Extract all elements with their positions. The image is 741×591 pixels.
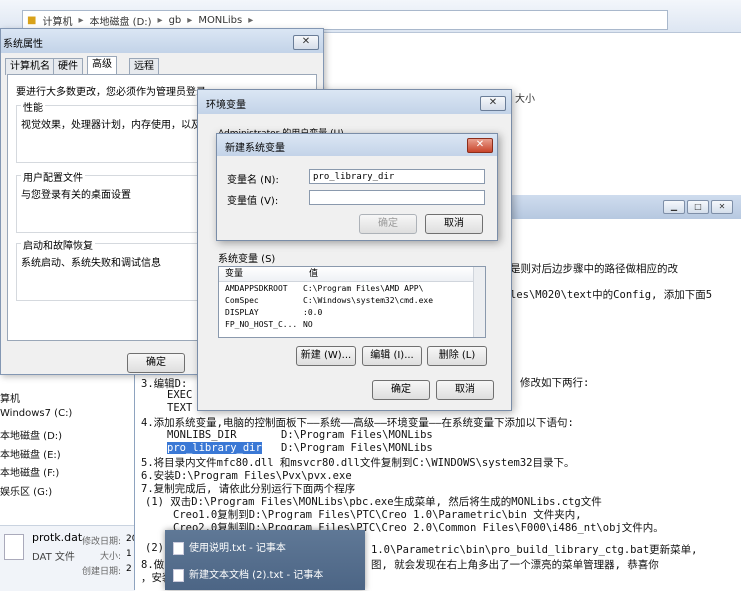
cell-value: C:\Windows\system32\cmd.exe bbox=[303, 296, 434, 305]
breadcrumb-item[interactable]: 计算机 bbox=[42, 13, 72, 28]
group-title: 启动和故障恢复 bbox=[21, 237, 95, 252]
size-value: 1 bbox=[126, 549, 132, 559]
group-text: 视觉效果，处理器计划，内存使用，以及 bbox=[21, 120, 201, 131]
modified-label: 修改日期: bbox=[82, 537, 122, 547]
close-icon[interactable]: ✕ bbox=[467, 138, 493, 153]
table-row[interactable]: FP_NO_HOST_C... NO bbox=[219, 319, 473, 331]
table-row[interactable]: ComSpec C:\Windows\system32\cmd.exe bbox=[219, 295, 473, 307]
text-line: D:\Program Files\MONLibs bbox=[281, 429, 433, 441]
size-label: 大小: bbox=[100, 552, 122, 562]
ok-button[interactable]: 确定 bbox=[359, 214, 417, 234]
notepad-icon bbox=[173, 568, 184, 582]
cell-value: NO bbox=[303, 320, 313, 329]
new-button[interactable]: 新建 (W)... bbox=[296, 346, 356, 366]
tab-computer-name[interactable]: 计算机名 bbox=[5, 58, 55, 75]
file-icon bbox=[4, 534, 24, 560]
close-icon[interactable]: ✕ bbox=[711, 200, 733, 214]
tab-remote[interactable]: 远程 bbox=[129, 58, 159, 75]
delete-button[interactable]: 删除 (L) bbox=[427, 346, 487, 366]
text-line: 图, 就会发现在右上角多出了一个漂亮的菜单管理器, 恭喜你 bbox=[371, 559, 659, 571]
folder-icon: ■ bbox=[27, 14, 37, 26]
nav-item-drive-d[interactable]: 本地磁盘 (D:) bbox=[0, 427, 62, 442]
variable-value-input[interactable] bbox=[309, 190, 485, 205]
cancel-button[interactable]: 取消 bbox=[425, 214, 483, 234]
breadcrumb-item[interactable]: gb bbox=[169, 15, 182, 26]
text-line: EXEC bbox=[167, 389, 193, 401]
text-line: (2) bbox=[145, 542, 164, 554]
dialog-title: 系统属性 bbox=[3, 39, 43, 50]
close-icon[interactable]: ✕ bbox=[480, 96, 506, 111]
group-title: 用户配置文件 bbox=[21, 169, 85, 184]
table-row[interactable]: AMDAPPSDKROOT C:\Program Files\AMD APP\ bbox=[219, 283, 473, 295]
selected-text: pro_library_dir bbox=[167, 442, 262, 454]
text-line: 是则对后边步骤中的路径做相应的改 bbox=[510, 263, 678, 275]
column-header[interactable]: 变量 bbox=[219, 267, 303, 282]
system-vars-label: 系统变量 (S) bbox=[218, 254, 276, 265]
created-label: 创建日期: bbox=[82, 567, 122, 577]
file-name: protk.dat bbox=[32, 531, 83, 544]
column-header[interactable]: 值 bbox=[303, 267, 479, 282]
column-header-size[interactable]: 大小 bbox=[515, 90, 535, 105]
dialog-titlebar[interactable]: 环境变量 ✕ bbox=[198, 90, 511, 114]
minimize-icon[interactable]: ▁ bbox=[663, 200, 685, 214]
ok-button[interactable]: 确定 bbox=[372, 380, 430, 400]
text-line: MONLIBS_DIR bbox=[167, 429, 237, 441]
scrollbar[interactable] bbox=[473, 267, 485, 337]
admin-note: 要进行大多数更改，您必须作为管理员登录 bbox=[16, 87, 206, 98]
ok-button[interactable]: 确定 bbox=[127, 353, 185, 373]
cell-name: AMDAPPSDKROOT bbox=[225, 284, 288, 293]
text-line: 修改如下两行: bbox=[520, 377, 590, 389]
table-row[interactable]: DISPLAY :0.0 bbox=[219, 307, 473, 319]
breadcrumb[interactable]: ■ 计算机 ▸ 本地磁盘 (D:) ▸ gb ▸ MONLibs ▸ bbox=[22, 10, 668, 30]
notepad-icon bbox=[173, 541, 184, 555]
taskbar-item[interactable]: 新建文本文档 (2).txt - 记事本 bbox=[173, 565, 323, 587]
maximize-icon[interactable]: □ bbox=[687, 200, 709, 214]
text-line: 1.0\Parametric\bin\pro_build_library_ctg… bbox=[371, 544, 698, 556]
cell-name: FP_NO_HOST_C... bbox=[225, 320, 298, 329]
text-line: les\M020\text中的Config, 添加下面5 bbox=[510, 289, 713, 301]
tab-hardware[interactable]: 硬件 bbox=[53, 58, 83, 75]
breadcrumb-item[interactable]: 本地磁盘 (D:) bbox=[89, 13, 151, 28]
new-system-variable-dialog: 新建系统变量 ✕ 变量名 (N): pro_library_dir 变量值 (V… bbox=[216, 133, 498, 241]
nav-item-drive-c[interactable]: Windows7 (C:) bbox=[0, 408, 72, 419]
nav-item-computer[interactable]: 算机 bbox=[0, 390, 20, 405]
file-type: DAT 文件 bbox=[32, 552, 75, 563]
taskbar-item-label: 使用说明.txt - 记事本 bbox=[189, 543, 286, 554]
group-title: 性能 bbox=[21, 99, 45, 114]
dialog-titlebar[interactable]: 系统属性 ✕ bbox=[1, 29, 323, 53]
nav-item-drive-e[interactable]: 本地磁盘 (E:) bbox=[0, 446, 61, 461]
system-variables-table[interactable]: 变量 值 AMDAPPSDKROOT C:\Program Files\AMD … bbox=[218, 266, 486, 338]
tab-advanced[interactable]: 高级 bbox=[87, 56, 117, 76]
taskbar-window-list: 使用说明.txt - 记事本 新建文本文档 (2).txt - 记事本 bbox=[165, 530, 365, 590]
taskbar-item[interactable]: 使用说明.txt - 记事本 bbox=[173, 538, 286, 560]
text-line: 4.添加系统变量,电脑的控制面板下——系统——高级——环境变量——在系统变量下添… bbox=[141, 417, 574, 429]
variable-name-label: 变量名 (N): bbox=[227, 175, 279, 186]
cell-value: :0.0 bbox=[303, 308, 323, 317]
taskbar-item-label: 新建文本文档 (2).txt - 记事本 bbox=[189, 570, 324, 581]
navigation-pane: 算机 Windows7 (C:) 本地磁盘 (D:) 本地磁盘 (E:) 本地磁… bbox=[0, 380, 100, 530]
details-pane: protk.dat DAT 文件 修改日期: 20 大小: 1 创建日期: 2 bbox=[0, 525, 137, 591]
variable-name-input[interactable]: pro_library_dir bbox=[309, 169, 485, 184]
nav-item-drive-f[interactable]: 本地磁盘 (F:) bbox=[0, 464, 59, 479]
dialog-titlebar[interactable]: 新建系统变量 ✕ bbox=[217, 134, 497, 156]
variable-value-label: 变量值 (V): bbox=[227, 196, 279, 207]
created-value: 2 bbox=[126, 564, 132, 574]
dialog-title: 环境变量 bbox=[206, 100, 246, 111]
group-text: 与您登录有关的桌面设置 bbox=[21, 190, 131, 201]
group-text: 系统启动、系统失败和调试信息 bbox=[21, 258, 161, 269]
dialog-title: 新建系统变量 bbox=[225, 143, 285, 154]
cancel-button[interactable]: 取消 bbox=[436, 380, 494, 400]
nav-item-drive-g[interactable]: 娱乐区 (G:) bbox=[0, 483, 52, 498]
cell-name: ComSpec bbox=[225, 296, 259, 305]
cell-name: DISPLAY bbox=[225, 308, 259, 317]
text-line: TEXT bbox=[167, 402, 193, 414]
edit-button[interactable]: 编辑 (I)... bbox=[362, 346, 422, 366]
text-line: D:\Program Files\MONLibs bbox=[281, 442, 433, 454]
close-icon[interactable]: ✕ bbox=[293, 35, 319, 50]
cell-value: C:\Program Files\AMD APP\ bbox=[303, 284, 424, 293]
breadcrumb-item[interactable]: MONLibs bbox=[198, 15, 242, 26]
